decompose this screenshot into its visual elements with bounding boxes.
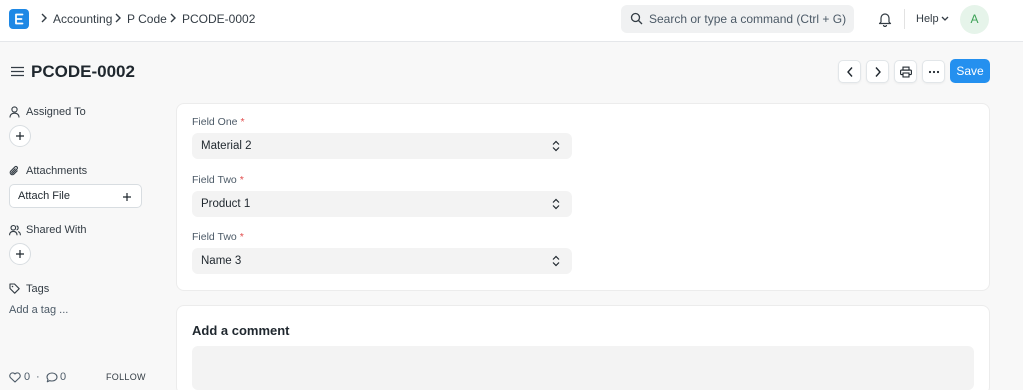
assigned-to-section: Assigned To <box>9 105 129 119</box>
chevron-right-icon <box>170 13 176 23</box>
field-one-value: Material 2 <box>201 140 252 152</box>
chevron-left-icon <box>846 66 853 77</box>
add-share-button[interactable] <box>9 243 31 265</box>
plus-icon <box>123 193 131 201</box>
select-arrows-icon <box>552 140 560 152</box>
plus-icon <box>16 132 24 140</box>
help-menu[interactable]: Help <box>916 12 939 26</box>
comment-section-title: Add a comment <box>192 323 290 338</box>
save-button[interactable]: Save <box>950 59 990 83</box>
add-tag-link[interactable]: Add a tag ... <box>9 304 68 317</box>
user-icon <box>9 106 20 118</box>
required-indicator: * <box>239 174 244 186</box>
chevron-right-icon <box>874 66 881 77</box>
attach-file-label: Attach File <box>18 190 70 202</box>
likes-count: 0 <box>24 371 31 383</box>
comments-count: 0 <box>60 371 67 383</box>
avatar[interactable]: A <box>960 5 989 34</box>
required-indicator: * <box>240 116 245 128</box>
tag-icon <box>9 283 20 294</box>
printer-icon <box>899 66 912 77</box>
add-assignee-button[interactable] <box>9 125 31 147</box>
print-button[interactable] <box>894 60 917 83</box>
field-one-label-text: Field One <box>192 116 238 128</box>
attachments-label: Attachments <box>26 165 88 177</box>
hamburger-icon[interactable] <box>11 66 24 77</box>
chevron-right-icon <box>115 13 121 23</box>
navbar: Accounting P Code PCODE-0002 Search or t… <box>0 0 1023 42</box>
tags-label: Tags <box>26 283 50 295</box>
field-one-select[interactable]: Material 2 <box>192 133 572 159</box>
paperclip-icon <box>9 165 18 176</box>
heart-icon[interactable] <box>9 372 21 383</box>
attachments-section: Attachments <box>9 164 129 178</box>
breadcrumb-accounting[interactable]: Accounting <box>53 11 112 27</box>
comment-input[interactable] <box>192 346 974 390</box>
field-one-label: Field One * <box>192 116 245 128</box>
field-two-value: Product 1 <box>201 198 251 210</box>
follow-button[interactable]: FOLLOW <box>106 372 146 383</box>
field-three-label-text: Field Two <box>192 231 237 243</box>
more-actions-button[interactable] <box>922 60 945 83</box>
search-placeholder: Search or type a command (Ctrl + G) <box>649 12 847 26</box>
field-two-select[interactable]: Product 1 <box>192 191 572 217</box>
chevron-down-icon[interactable] <box>941 16 949 22</box>
previous-doc-button[interactable] <box>838 60 861 83</box>
separator-dot: · <box>36 371 40 383</box>
shared-with-label: Shared With <box>26 224 87 236</box>
field-three-value: Name 3 <box>201 255 242 267</box>
next-doc-button[interactable] <box>866 60 889 83</box>
field-two-label: Field Two * <box>192 174 244 186</box>
field-two-label-text: Field Two <box>192 174 237 186</box>
select-arrows-icon <box>552 255 560 267</box>
attach-file-button[interactable]: Attach File <box>9 184 142 208</box>
tags-section: Tags <box>9 282 129 296</box>
breadcrumb-p-code[interactable]: P Code <box>127 11 167 27</box>
frappe-logo-icon <box>15 13 24 25</box>
users-icon <box>9 224 21 236</box>
chevron-right-icon <box>41 13 47 23</box>
app-logo[interactable] <box>9 9 29 29</box>
navbar-divider <box>904 9 905 29</box>
breadcrumb-current[interactable]: PCODE-0002 <box>182 11 255 27</box>
search-bar[interactable]: Search or type a command (Ctrl + G) <box>621 5 854 33</box>
comment-icon[interactable] <box>46 372 58 383</box>
ellipsis-icon <box>928 70 939 73</box>
plus-icon <box>16 250 24 258</box>
field-three-select[interactable]: Name 3 <box>192 248 572 274</box>
assigned-to-label: Assigned To <box>26 106 86 118</box>
shared-with-section: Shared With <box>9 223 129 237</box>
page-title: PCODE-0002 <box>31 62 135 81</box>
bell-icon[interactable] <box>878 11 892 27</box>
field-three-label: Field Two * <box>192 231 244 243</box>
required-indicator: * <box>239 231 244 243</box>
search-icon <box>630 12 643 25</box>
select-arrows-icon <box>552 198 560 210</box>
